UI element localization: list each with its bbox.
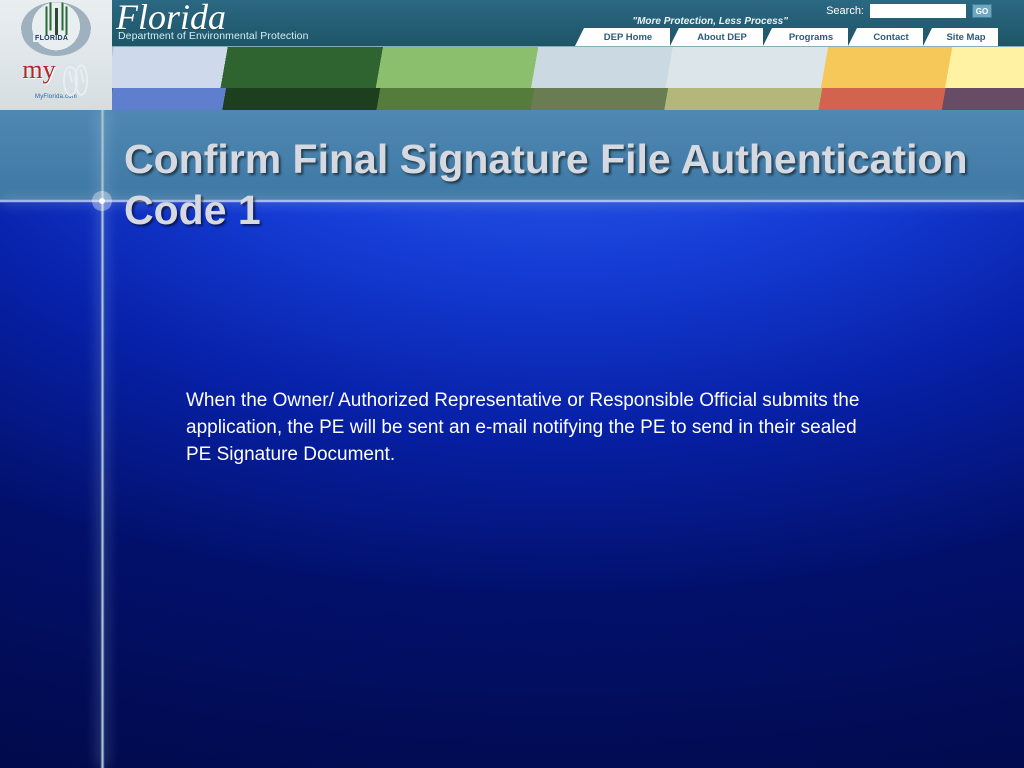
slide-body: When the Owner/ Authorized Representativ… (186, 388, 886, 469)
tagline: "More Protection, Less Process" (632, 16, 788, 27)
banner-top-strip: Florida Department of Environmental Prot… (0, 0, 1024, 46)
nav-about-dep[interactable]: About DEP (679, 28, 763, 46)
top-nav: DEP Home About DEP Programs Contact Site… (584, 28, 998, 46)
search: Search: GO (826, 4, 992, 18)
myflorida-logo[interactable]: my (22, 56, 89, 97)
nav-contact[interactable]: Contact (857, 28, 923, 46)
logo-block: FLORIDA my MyFlorida.com (0, 0, 112, 110)
department-name: Department of Environmental Protection (118, 30, 309, 42)
florida-seal-icon: FLORIDA (21, 2, 91, 56)
nav-programs[interactable]: Programs (772, 28, 848, 46)
search-label: Search: (826, 5, 864, 17)
banner-photo-strip (0, 46, 1024, 110)
search-go-button[interactable]: GO (972, 4, 992, 18)
slide: Confirm Final Signature File Authenticat… (0, 110, 1024, 768)
myflorida-text: my (22, 60, 55, 81)
seal-label: FLORIDA (33, 35, 70, 42)
flipflop-icon (58, 62, 92, 103)
nav-dep-home[interactable]: DEP Home (584, 28, 670, 46)
dep-banner: Florida Department of Environmental Prot… (0, 0, 1024, 110)
nav-site-map[interactable]: Site Map (932, 28, 998, 46)
search-input[interactable] (870, 4, 966, 18)
slide-title: Confirm Final Signature File Authenticat… (124, 134, 994, 236)
vertical-rule (100, 110, 105, 768)
